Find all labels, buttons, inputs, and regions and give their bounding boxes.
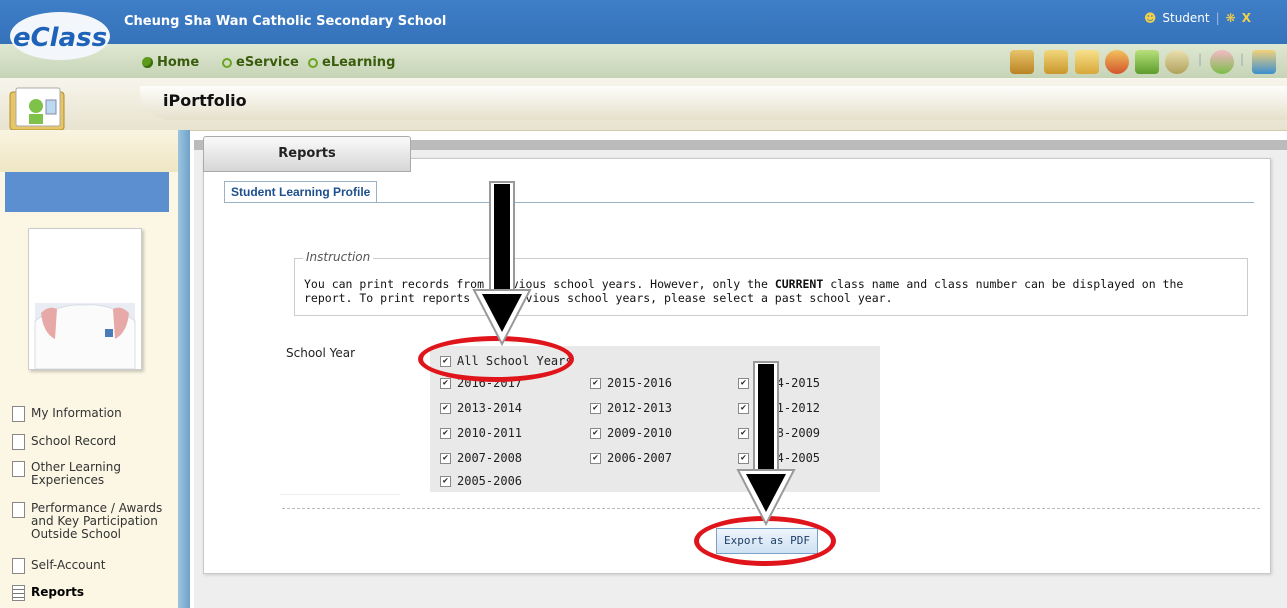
- nav-home[interactable]: Home: [142, 55, 199, 70]
- sidebar-item-reports[interactable]: Reports: [12, 585, 84, 601]
- logo-text: eClass: [13, 23, 107, 53]
- page-icon: [12, 461, 25, 477]
- user-icon: ☻: [1143, 11, 1157, 25]
- toolbar-divider: |: [1198, 52, 1203, 66]
- divider: |: [1215, 11, 1220, 25]
- forum-icon[interactable]: [1210, 50, 1234, 74]
- sidebar-item-ole[interactable]: Other Learning Experiences: [12, 461, 162, 487]
- checkbox-year[interactable]: ✔ 2006-2007: [590, 451, 672, 465]
- checkbox-year[interactable]: ✔ 2005-2006: [440, 474, 522, 488]
- school-year-label: School Year: [286, 346, 356, 360]
- checkbox-checked[interactable]: ✔: [590, 377, 601, 389]
- divider: [280, 494, 400, 495]
- sidebar-item-label: Other Learning Experiences: [31, 460, 121, 487]
- checkbox-year[interactable]: ✔ 2012-2013: [590, 401, 672, 415]
- toolbar-divider: |: [1240, 52, 1245, 66]
- checkbox-year[interactable]: ✔ 2015-2016: [590, 376, 672, 390]
- checkbox-checked[interactable]: ✔: [440, 475, 451, 487]
- checkbox-label: 2010-2011: [457, 426, 523, 440]
- checkbox-checked[interactable]: ✔: [590, 402, 601, 414]
- page-icon: [12, 406, 25, 422]
- sidebar-item-school-record[interactable]: School Record: [12, 434, 116, 450]
- subtab-underline: [224, 202, 1254, 203]
- checkbox-checked[interactable]: ✔: [440, 402, 451, 414]
- down-arrow-icon: [472, 181, 532, 347]
- sidebar-item-label: School Record: [31, 434, 117, 448]
- checkbox-year[interactable]: ✔ 2010-2011: [440, 426, 522, 440]
- school-name: Cheung Sha Wan Catholic Secondary School: [124, 14, 447, 29]
- checkbox-label: 2012-2013: [607, 401, 673, 415]
- close-icon[interactable]: X: [1242, 11, 1251, 25]
- checkbox-label: 2007-2008: [457, 451, 523, 465]
- tab-student-learning-profile[interactable]: Student Learning Profile: [224, 181, 378, 202]
- sidebar-header-block: [5, 172, 169, 212]
- avatar: [29, 229, 141, 370]
- calendar-icon[interactable]: [1165, 50, 1189, 74]
- checkbox-year[interactable]: ✔ 2009-2010: [590, 426, 672, 440]
- instruction-legend: Instruction: [303, 250, 374, 264]
- folder-icon[interactable]: [1075, 50, 1099, 74]
- news-icon[interactable]: [1105, 50, 1129, 74]
- nav-home-label: Home: [157, 55, 200, 70]
- instruction-text-part: You can print records from previous scho…: [304, 277, 775, 291]
- settings-icon[interactable]: ❋: [1226, 11, 1236, 25]
- resources-icon[interactable]: [1135, 50, 1159, 74]
- checkbox-year[interactable]: ✔ 2007-2008: [440, 451, 522, 465]
- sidebar-item-self-account[interactable]: Self-Account: [12, 558, 105, 574]
- instruction-emphasis: CURRENT: [774, 277, 824, 291]
- module-title-bar: iPortfolio: [140, 86, 1287, 120]
- checkbox-label: 2015-2016: [607, 376, 673, 390]
- checkbox-checked[interactable]: ✔: [590, 427, 601, 439]
- eclass-logo[interactable]: eClass: [8, 10, 112, 62]
- campus-icon[interactable]: [1010, 50, 1034, 74]
- nav-elearning-label: eLearning: [322, 55, 396, 70]
- user-area: ☻ Student | ❋ X: [1144, 11, 1251, 25]
- sidebar-item-label: Performance / Awards and Key Participati…: [31, 501, 163, 541]
- nav-eservice-label: eService: [236, 55, 299, 70]
- nav-elearning[interactable]: eLearning: [308, 55, 395, 70]
- sidebar-item-performance[interactable]: Performance / Awards and Key Participati…: [12, 502, 180, 541]
- page-icon: [12, 558, 25, 574]
- checkbox-checked[interactable]: ✔: [590, 452, 601, 464]
- home-icon: [142, 57, 153, 68]
- page-lines-icon: [12, 585, 25, 601]
- sidebar-item-label: My Information: [31, 406, 122, 420]
- page-icon: [12, 434, 25, 450]
- user-label[interactable]: Student: [1162, 11, 1209, 25]
- sidebar-item-label: Reports: [31, 585, 85, 599]
- help-icon[interactable]: [1252, 50, 1276, 74]
- down-arrow-icon: [736, 361, 796, 527]
- checkbox-label: 2009-2010: [607, 426, 673, 440]
- checkbox-label: 2006-2007: [607, 451, 673, 465]
- checkbox-checked[interactable]: ✔: [440, 377, 451, 389]
- eservice-icon: [222, 57, 232, 68]
- sidebar-top: [0, 130, 178, 172]
- checkbox-checked[interactable]: ✔: [440, 452, 451, 464]
- nav-eservice[interactable]: eService: [222, 55, 299, 70]
- checkbox-checked[interactable]: ✔: [440, 427, 451, 439]
- iportfolio-folder-icon: [9, 87, 65, 131]
- module-title: iPortfolio: [163, 91, 247, 110]
- checkbox-label: 2005-2006: [457, 474, 523, 488]
- elearning-icon: [308, 57, 318, 68]
- sidebar-item-label: Self-Account: [31, 558, 106, 572]
- student-photo: [28, 228, 142, 370]
- instruction-text: You can print records from previous scho…: [304, 277, 1234, 305]
- page-icon: [12, 502, 25, 518]
- tab-reports[interactable]: Reports: [203, 136, 411, 172]
- school-info-icon[interactable]: [1044, 50, 1068, 74]
- sidebar-item-my-information[interactable]: My Information: [12, 406, 122, 422]
- checkbox-label: 2013-2014: [457, 401, 523, 415]
- checkbox-year[interactable]: ✔ 2013-2014: [440, 401, 522, 415]
